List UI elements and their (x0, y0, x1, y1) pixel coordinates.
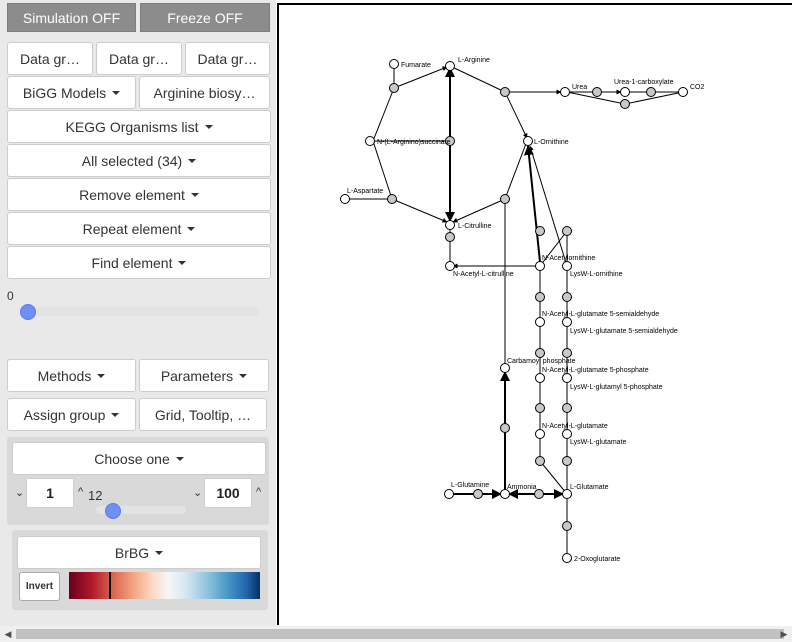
metabolite-label-acetyl-glutamate-semialdehyde: N-Acetyl-L-glutamate 5-semialdehyde (542, 311, 659, 318)
metabolite-label-fumarate: Fumarate (401, 62, 431, 69)
metabolite-label-urea-1-carboxylate: Urea-1-carboxylate (614, 79, 674, 86)
chevron-down-icon (97, 373, 106, 378)
metabolite-label-aspartate: L-Aspartate (347, 188, 383, 195)
metabolite-label-carbamoyl-phosphate: Carbamoyl phosphate (507, 358, 576, 365)
metabolite-label-urea: Urea (572, 84, 587, 91)
methods-dropdown[interactable]: Methods (7, 359, 136, 392)
metabolite-label-acetyl-glutamate: N-Acetyl-L-glutamate (542, 423, 608, 430)
metabolite-label-oxoglutarate: 2-Oxoglutarate (574, 556, 620, 563)
intermediate-nodes[interactable] (387, 83, 656, 531)
metabolite-label-ammonia: Ammonia (507, 484, 537, 491)
metabolite-label-co2: CO2 (690, 84, 705, 91)
chevron-down-icon (190, 192, 199, 197)
max-value-input[interactable]: 100 (204, 478, 252, 508)
assign-group-label: Assign group (23, 406, 106, 423)
repeat-element-dropdown[interactable]: Repeat element (7, 212, 271, 245)
metabolite-label-citrulline: L-Citrulline (458, 223, 492, 230)
colormap-dropdown[interactable]: BrBG (17, 536, 261, 569)
data-group-1-button[interactable]: Data gr… (7, 42, 93, 75)
simulation-toggle-button[interactable]: Simulation OFF (7, 3, 136, 32)
chevron-down-icon (187, 226, 196, 231)
mid-slider-handle[interactable] (105, 503, 122, 519)
mid-value-label: 12 (88, 488, 103, 503)
chevron-down-icon (175, 456, 184, 461)
freeze-toggle-button[interactable]: Freeze OFF (140, 3, 270, 32)
pathway-dropdown[interactable]: Arginine biosy… (139, 76, 270, 109)
assign-group-dropdown[interactable]: Assign group (7, 398, 136, 431)
scroll-right-icon[interactable]: ▶ (776, 626, 792, 642)
metabolite-label-arginino-succinate: N-(L-Arginino)succinate (377, 139, 451, 146)
min-increment-icon[interactable]: ^ (78, 486, 83, 498)
time-slider-track[interactable] (20, 307, 259, 316)
find-element-label: Find element (91, 254, 173, 271)
parameters-label: Parameters (160, 367, 234, 384)
methods-label: Methods (37, 367, 92, 384)
metabolite-label-ornithine: L-Ornithine (534, 139, 569, 146)
repeat-element-label: Repeat element (82, 220, 182, 237)
metabolite-label-lysw-glutamyl-phosphate: LysW-L-glutamyl 5-phosphate (570, 384, 663, 391)
scrollbar-thumb[interactable] (16, 629, 784, 639)
grid-tooltip-dropdown[interactable]: Grid, Tooltip, … (139, 398, 267, 431)
chevron-down-icon (239, 373, 248, 378)
choose-one-label: Choose one (94, 450, 170, 467)
colormap-label: BrBG (114, 544, 150, 561)
metabolite-label-acetyl-glutamate-phosphate: N-Acetyl-L-glutamate 5-phosphate (542, 367, 649, 374)
find-element-dropdown[interactable]: Find element (7, 246, 271, 279)
chevron-down-icon (111, 412, 120, 417)
kegg-organisms-dropdown[interactable]: KEGG Organisms list (7, 110, 271, 143)
choose-one-dropdown[interactable]: Choose one (12, 442, 266, 475)
invert-button[interactable]: Invert (19, 572, 60, 601)
max-decrement-icon[interactable]: ⌄ (193, 486, 202, 499)
pathway-graph[interactable]: Fumarate L-Arginine Urea Urea-1-carboxyl… (279, 5, 792, 625)
colormap-marker[interactable] (109, 572, 112, 599)
data-group-3-button[interactable]: Data gr… (185, 42, 270, 75)
metabolite-label-arginine: L-Arginine (458, 57, 490, 64)
data-group-2-button[interactable]: Data gr… (96, 42, 182, 75)
scroll-left-icon[interactable]: ◀ (0, 626, 16, 642)
selection-dropdown[interactable]: All selected (34) (7, 144, 271, 177)
metabolite-label-lysw-ornithine: LysW-L-ornithine (570, 271, 623, 278)
metabolite-label-glutamine: L-Glutamine (451, 482, 489, 489)
slider-value: 0 (7, 289, 14, 303)
metabolite-label-acetylornithine: N-Acetylornithine (542, 255, 595, 262)
remove-element-label: Remove element (79, 186, 185, 203)
bigg-models-dropdown[interactable]: BiGG Models (7, 76, 136, 109)
bigg-models-label: BiGG Models (22, 84, 107, 101)
chevron-down-icon (204, 124, 213, 129)
metabolite-label-glutamate: L-Glutamate (570, 484, 609, 491)
network-canvas[interactable]: Fumarate L-Arginine Urea Urea-1-carboxyl… (277, 3, 792, 625)
time-slider-handle[interactable] (20, 304, 36, 320)
metabolite-label-lysw-glutamate: LysW-L-glutamate (570, 439, 627, 446)
kegg-organisms-label: KEGG Organisms list (65, 118, 199, 135)
selection-label: All selected (34) (81, 152, 183, 169)
chevron-down-icon (178, 260, 187, 265)
min-value-input[interactable]: 1 (26, 478, 74, 508)
parameters-dropdown[interactable]: Parameters (139, 359, 269, 392)
min-decrement-icon[interactable]: ⌄ (15, 486, 24, 499)
colormap-gradient[interactable] (69, 572, 260, 599)
chevron-down-icon (112, 90, 121, 95)
remove-element-dropdown[interactable]: Remove element (7, 178, 271, 211)
max-increment-icon[interactable]: ^ (256, 486, 261, 498)
chevron-down-icon (188, 158, 197, 163)
chevron-down-icon (155, 550, 164, 555)
metabolite-label-acetyl-citrulline: N-Acetyl-L-citrulline (453, 271, 514, 278)
metabolite-label-lysw-glutamate-semialdehyde: LysW-L-glutamate 5-semialdehyde (570, 328, 678, 335)
